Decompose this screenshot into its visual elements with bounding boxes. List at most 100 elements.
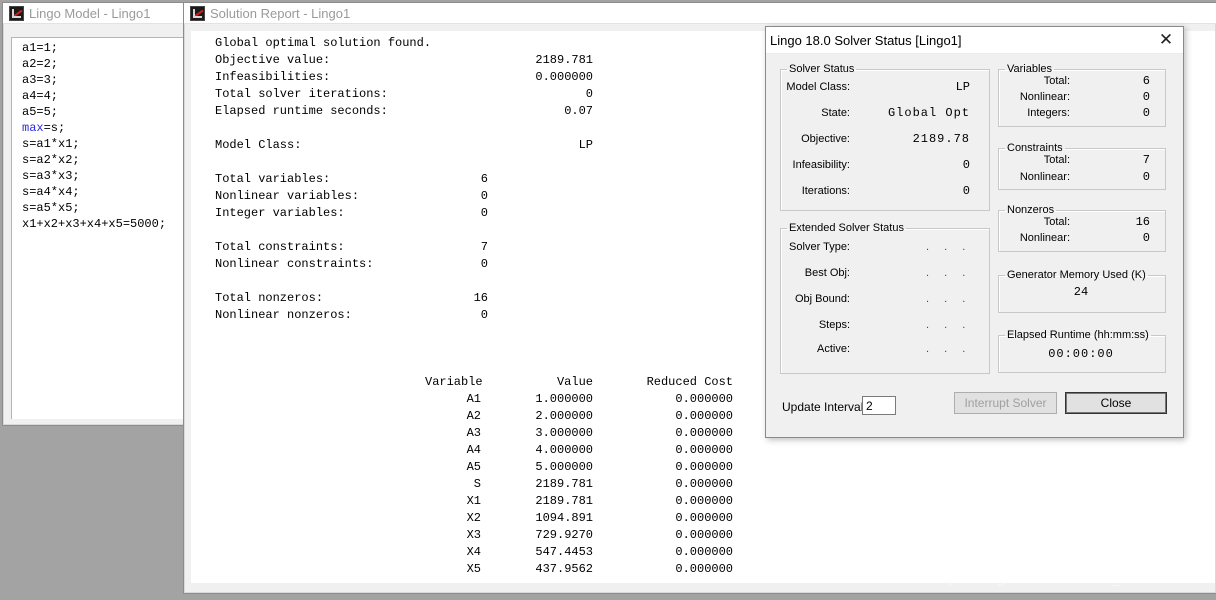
report-window-title: Solution Report - Lingo1 — [210, 5, 351, 21]
report-window-titlebar[interactable]: Solution Report - Lingo1 — [184, 3, 1216, 24]
code-line[interactable]: a4=4; — [22, 88, 187, 104]
table-cell-variable: A2 — [466, 409, 481, 423]
variables-label: Total: — [1043, 75, 1070, 87]
variables-summary-label: Total variables: — [215, 172, 331, 186]
close-button[interactable]: Close — [1065, 392, 1167, 414]
table-cell-variable: X3 — [466, 528, 481, 542]
constraints-summary-value: 7 — [480, 240, 488, 254]
table-cell-reduced-cost: 0.000000 — [675, 545, 733, 559]
solver-dialog-title: Lingo 18.0 Solver Status [Lingo1] — [770, 32, 962, 48]
variables-value: 6 — [1142, 74, 1150, 88]
solver-status-value: 0 — [962, 158, 970, 172]
model-window[interactable]: Lingo Model - Lingo1 a1=1; a2=2; a3=3; a4=4… — [2, 2, 188, 426]
code-line[interactable]: s=a4*x4; — [22, 184, 187, 200]
extended-status-legend: Extended Solver Status — [789, 222, 904, 234]
variables-summary-label: Nonlinear variables: — [215, 189, 360, 203]
variables-legend: Variables — [1007, 63, 1053, 75]
code-line[interactable]: s=a3*x3; — [22, 168, 187, 184]
extended-status-value: . . . — [926, 241, 972, 253]
solver-status-value: Global Opt — [887, 106, 970, 120]
model-window-title: Lingo Model - Lingo1 — [29, 5, 151, 21]
code-line[interactable]: a5=5; — [22, 104, 187, 120]
variables-label: Nonlinear: — [1019, 91, 1070, 103]
solver-dialog-titlebar[interactable]: Lingo 18.0 Solver Status [Lingo1] — [766, 27, 1183, 54]
code-line[interactable]: a2=2; — [22, 56, 187, 72]
table-cell-reduced-cost: 0.000000 — [675, 494, 733, 508]
code-line[interactable]: s=a5*x5; — [22, 200, 187, 216]
nonzeros-label: Total: — [1043, 216, 1070, 228]
table-header-reduced-cost: Reduced Cost — [646, 375, 733, 389]
model-code-editor[interactable]: a1=1; a2=2; a3=3; a4=4; a5=5; max=s; s=a1*x1; s… — [11, 37, 187, 419]
table-cell-value: 437.9562 — [535, 562, 593, 576]
nonzeros-summary-label: Total nonzeros: — [215, 291, 324, 305]
table-header-value: Value — [556, 375, 593, 389]
lingo-app-icon[interactable] — [9, 5, 24, 21]
variables-value: 0 — [1142, 90, 1150, 104]
table-cell-reduced-cost: 0.000000 — [675, 443, 733, 457]
table-cell-value: 5.000000 — [535, 460, 593, 474]
code-text: =s; — [43, 121, 66, 135]
memory-value: 24 — [1073, 285, 1089, 299]
solver-status-dialog[interactable]: Lingo 18.0 Solver Status [Lingo1] ✕ Solv… — [765, 26, 1184, 438]
summary-label: Objective value: — [215, 53, 331, 67]
interrupt-solver-button[interactable]: Interrupt Solver — [954, 392, 1057, 414]
summary-label: Total solver iterations: — [215, 87, 388, 101]
code-line[interactable]: s=a2*x2; — [22, 152, 187, 168]
variables-summary-value: 0 — [480, 206, 488, 220]
table-cell-value: 2189.781 — [535, 494, 593, 508]
code-line[interactable]: s=a1*x1; — [22, 136, 187, 152]
constraints-value: 7 — [1142, 153, 1150, 167]
variables-label: Integers: — [1027, 107, 1070, 119]
nonzeros-label: Nonlinear: — [1019, 232, 1070, 244]
table-cell-reduced-cost: 0.000000 — [675, 409, 733, 423]
nonzeros-summary-value: 16 — [473, 291, 488, 305]
table-cell-variable: X1 — [466, 494, 481, 508]
extended-status-label: Solver Type: — [789, 241, 850, 253]
table-cell-value: 2189.781 — [535, 477, 593, 491]
summary-value: 0 — [585, 87, 593, 101]
solver-status-label: Iterations: — [801, 185, 850, 197]
update-interval-input[interactable] — [862, 396, 896, 415]
summary-label: Infeasibilities: — [215, 70, 331, 84]
table-cell-variable: A4 — [466, 443, 481, 457]
nonzeros-value: 16 — [1135, 215, 1150, 229]
table-cell-reduced-cost: 0.000000 — [675, 511, 733, 525]
constraints-summary-label: Total constraints: — [215, 240, 345, 254]
code-line[interactable]: a1=1; — [22, 40, 187, 56]
table-cell-reduced-cost: 0.000000 — [675, 528, 733, 542]
table-cell-reduced-cost: 0.000000 — [675, 562, 733, 576]
constraints-label: Total: — [1043, 154, 1070, 166]
table-cell-value: 1.000000 — [535, 392, 593, 406]
model-window-titlebar[interactable]: Lingo Model - Lingo1 — [3, 3, 187, 24]
table-cell-value: 729.9270 — [535, 528, 593, 542]
table-cell-value: 3.000000 — [535, 426, 593, 440]
code-line[interactable]: x1+x2+x3+x4+x5=5000; — [22, 216, 187, 232]
watermark: https://blog.csdn.net/weixin_48087474 — [932, 570, 1188, 587]
close-icon[interactable]: ✕ — [1155, 30, 1177, 50]
memory-legend: Generator Memory Used (K) — [1007, 269, 1146, 281]
solver-status-value: LP — [955, 80, 970, 94]
summary-value: 0.000000 — [535, 70, 593, 84]
table-cell-variable: S — [473, 477, 481, 491]
extended-status-label: Best Obj: — [804, 267, 850, 279]
summary-value: 0.07 — [564, 104, 593, 118]
constraints-summary-value: 0 — [480, 257, 488, 271]
code-line[interactable]: max=s; — [22, 120, 187, 136]
lingo-app-icon[interactable] — [190, 5, 205, 21]
model-class-label: Model Class: — [215, 138, 302, 152]
table-cell-variable: X4 — [466, 545, 481, 559]
code-line[interactable]: a3=3; — [22, 72, 187, 88]
table-cell-value: 2.000000 — [535, 409, 593, 423]
table-cell-value: 1094.891 — [535, 511, 593, 525]
keyword-token: max — [22, 121, 44, 135]
summary-value: 2189.781 — [535, 53, 593, 67]
constraints-summary-label: Nonlinear constraints: — [215, 257, 374, 271]
table-cell-variable: X5 — [466, 562, 481, 576]
runtime-legend: Elapsed Runtime (hh:mm:ss) — [1007, 329, 1149, 341]
extended-status-value: . . . — [926, 319, 972, 331]
update-interval-label: Update Interval: — [782, 400, 867, 414]
nonzeros-legend: Nonzeros — [1007, 204, 1055, 216]
runtime-value: 00:00:00 — [1048, 347, 1114, 361]
solver-status-value: 0 — [962, 184, 970, 198]
table-cell-reduced-cost: 0.000000 — [675, 392, 733, 406]
